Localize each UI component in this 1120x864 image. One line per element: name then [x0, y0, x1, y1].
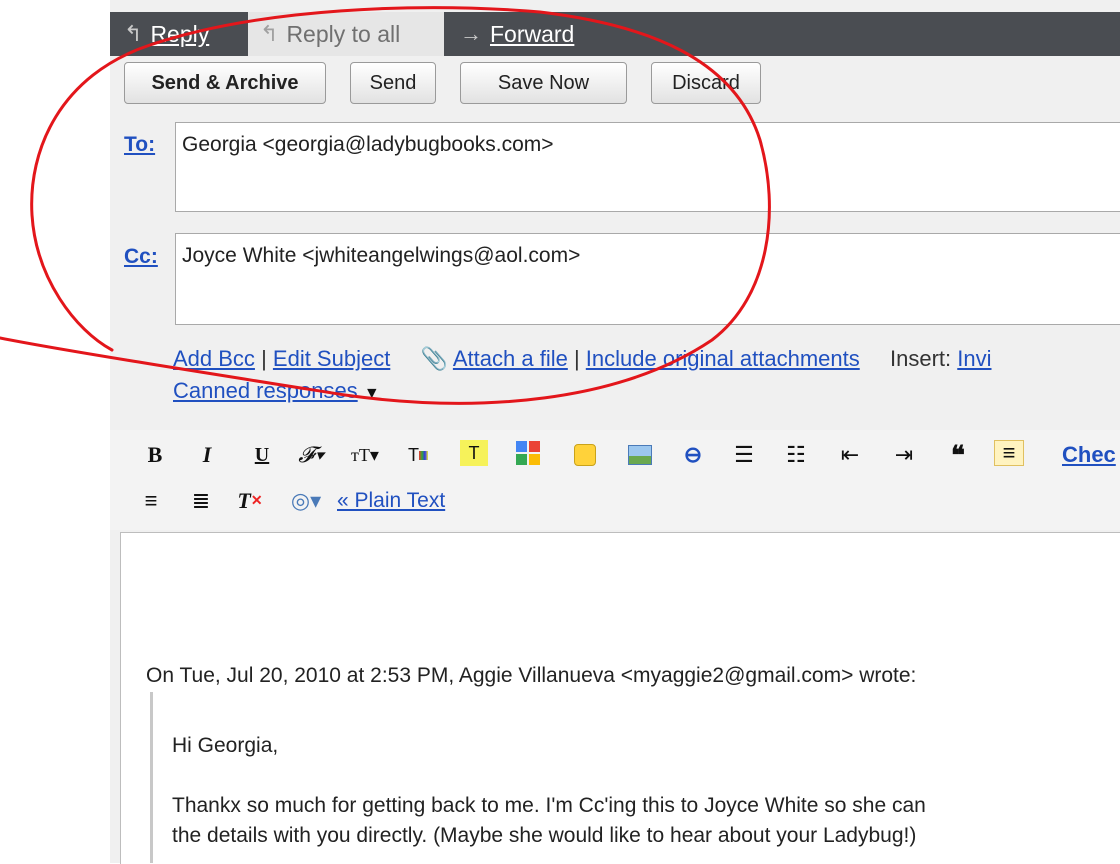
insert-label: Insert: — [889, 346, 952, 371]
numbered-list-icon[interactable]: ☰ — [730, 442, 758, 468]
separator: | — [261, 346, 267, 371]
indent-more-icon[interactable]: ⇥ — [890, 442, 918, 468]
font-icon[interactable]: 𝓕▾ — [296, 442, 326, 468]
indent-less-icon[interactable]: ⇤ — [836, 442, 864, 468]
check-spelling-link[interactable]: Chec — [1062, 442, 1120, 468]
plain-text-label: « Plain Text — [337, 489, 446, 512]
emoticon-icon[interactable] — [572, 442, 598, 468]
cc-value: Joyce White <jwhiteangelwings@aol.com> — [182, 244, 581, 267]
send-button[interactable]: Send — [350, 62, 436, 104]
include-attachments-link[interactable]: Include original attachments — [586, 346, 860, 371]
text-color-icon[interactable]: T — [404, 442, 432, 468]
check-spelling-label: Chec — [1062, 442, 1116, 467]
font-size-icon[interactable]: тT▾ — [350, 442, 380, 468]
reply-all-arrow-icon: ↰ — [260, 21, 279, 46]
contact-icon[interactable]: ◎▾ — [286, 488, 326, 514]
italic-button[interactable]: I — [195, 442, 219, 468]
align-center-icon[interactable]: ≡ — [138, 488, 164, 514]
bulleted-list-icon[interactable]: ☷ — [782, 442, 810, 468]
quote-body-line-1: Thankx so much for getting back to me. I… — [172, 794, 926, 817]
send-archive-button[interactable]: Send & Archive — [124, 62, 326, 104]
reply-tab-label: Reply — [150, 20, 210, 47]
align-right-icon[interactable]: ≣ — [188, 488, 214, 514]
discard-button[interactable]: Discard — [651, 62, 761, 104]
separator: | — [573, 346, 580, 371]
edit-subject-link[interactable]: Edit Subject — [273, 346, 390, 371]
remove-formatting-icon[interactable]: T ✕ — [236, 488, 264, 514]
reply-arrow-icon: ↰ — [124, 21, 143, 46]
quote-body-line-2: the details with you directly. (Maybe sh… — [172, 824, 917, 847]
attach-file-link[interactable]: Attach a file — [453, 346, 568, 371]
align-left-icon[interactable]: ≡ — [994, 440, 1024, 466]
save-now-button[interactable]: Save Now — [460, 62, 627, 104]
to-value: Georgia <georgia@ladybugbooks.com> — [182, 133, 554, 156]
forward-tab[interactable]: → Forward — [460, 12, 620, 56]
add-bcc-link[interactable]: Add Bcc — [173, 346, 255, 371]
compose-options: Add Bcc | Edit Subject 📎 Attach a file |… — [173, 346, 992, 372]
plain-text-link[interactable]: « Plain Text — [337, 488, 477, 514]
insert-image-icon[interactable] — [626, 442, 654, 468]
chevron-down-icon[interactable]: ▼ — [364, 385, 380, 402]
canned-responses-row: Canned responses ▼ — [173, 378, 380, 404]
forward-tab-label: Forward — [490, 20, 575, 47]
quote-attribution: On Tue, Jul 20, 2010 at 2:53 PM, Aggie V… — [146, 664, 917, 687]
reply-all-tab[interactable]: ↰ Reply to all — [248, 12, 444, 56]
canned-responses-link[interactable]: Canned responses — [173, 378, 358, 403]
forward-arrow-icon: → — [460, 21, 482, 46]
highlight-icon[interactable]: T — [460, 440, 488, 466]
link-icon[interactable]: ⊖ — [678, 442, 708, 468]
quote-greeting: Hi Georgia, — [172, 734, 279, 757]
quote-bar — [150, 692, 153, 863]
insert-invitation-link[interactable]: Invi — [957, 346, 991, 371]
quote-icon[interactable]: ❝ — [944, 440, 972, 470]
bold-button[interactable]: B — [143, 442, 167, 468]
cc-field[interactable]: Joyce White <jwhiteangelwings@aol.com> — [175, 233, 1120, 325]
underline-button[interactable]: U — [250, 442, 274, 468]
reply-all-tab-label: Reply to all — [286, 20, 401, 47]
paperclip-icon: 📎 — [420, 346, 448, 371]
to-label[interactable]: To: — [124, 133, 155, 157]
to-field[interactable]: Georgia <georgia@ladybugbooks.com> — [175, 122, 1120, 212]
cc-label[interactable]: Cc: — [124, 245, 158, 269]
google-apps-icon[interactable] — [514, 440, 542, 466]
reply-tab[interactable]: ↰ Reply — [124, 12, 240, 56]
left-margin — [0, 0, 111, 863]
